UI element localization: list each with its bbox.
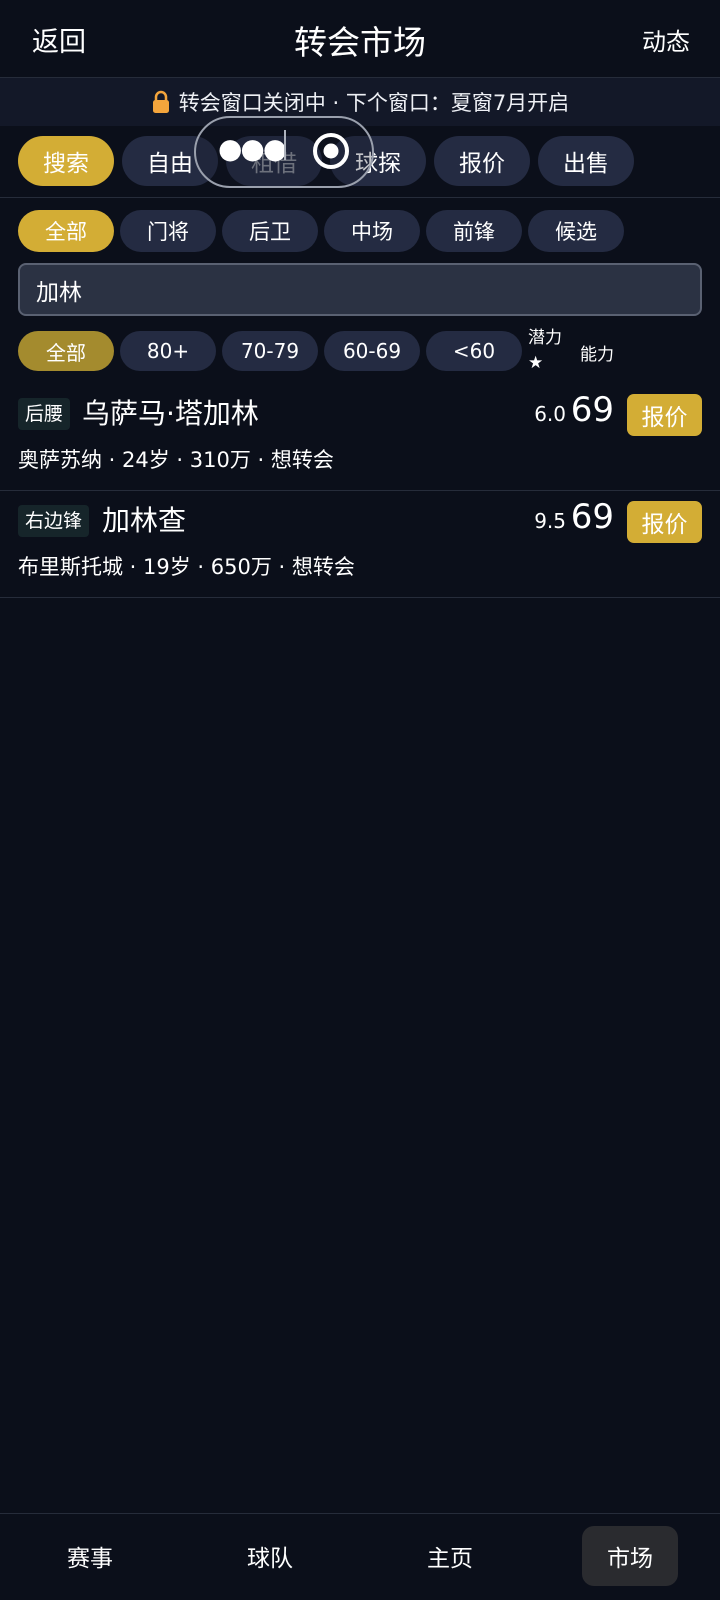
ability-value: 69 [570,497,614,537]
sort-by-ability[interactable]: 能力 [580,340,614,365]
search-box [18,263,702,316]
position-badge: 后腰 [18,398,71,430]
offer-button[interactable]: 报价 [627,394,702,436]
potential-value: 6.0 [534,402,566,426]
more-menu-icon[interactable]: ●●● [218,132,287,165]
filter-rating-all[interactable]: 全部 [18,331,114,371]
filter-rating-under60[interactable]: <60 [426,331,522,371]
header-bar: 返回 转会市场 动态 [0,0,720,78]
feed-button[interactable]: 动态 [642,22,690,57]
page-title: 转会市场 [294,23,426,62]
filter-rating-60-69[interactable]: 60-69 [324,331,420,371]
tab-search[interactable]: 搜索 [18,136,114,186]
app-screen: 返回 转会市场 动态 转会窗口关闭中 · 下个窗口：夏窗7月开启 搜索 自由 租… [0,0,720,1600]
player-row[interactable]: 后腰 乌萨马·塔加林 6.0 69 报价 奥萨苏纳 · 24岁 · 310万 ·… [0,384,720,491]
filter-position-def[interactable]: 后卫 [222,210,318,252]
filter-position-fwd[interactable]: 前锋 [426,210,522,252]
position-badge: 右边锋 [18,505,90,537]
player-meta: 布里斯托城 · 19岁 · 650万 · 想转会 [18,555,355,579]
close-target-icon[interactable] [312,132,350,170]
nav-home[interactable]: 主页 [402,1526,498,1586]
notice-text: 转会窗口关闭中 · 下个窗口：夏窗7月开启 [178,91,570,115]
search-input[interactable] [36,276,684,303]
lock-icon [152,90,169,113]
player-row[interactable]: 右边锋 加林查 9.5 69 报价 布里斯托城 · 19岁 · 650万 · 想… [0,491,720,598]
filter-rating-80plus[interactable]: 80+ [120,331,216,371]
filter-position-all[interactable]: 全部 [18,210,114,252]
player-meta: 奥萨苏纳 · 24岁 · 310万 · 想转会 [18,448,334,472]
mini-program-capsule: ●●● [194,116,374,188]
sort-by-potential[interactable]: 潜力★ [528,326,568,376]
nav-matches[interactable]: 赛事 [42,1526,138,1586]
player-name: 加林查 [102,504,187,537]
filter-position-mid[interactable]: 中场 [324,210,420,252]
offer-button[interactable]: 报价 [627,501,702,543]
capsule-divider [284,130,286,160]
tab-offers[interactable]: 报价 [434,136,530,186]
potential-value: 9.5 [534,509,566,533]
player-name: 乌萨马·塔加林 [82,397,259,430]
filter-position-gk[interactable]: 门将 [120,210,216,252]
bottom-nav: 赛事 球队 主页 市场 [0,1513,720,1600]
tab-sell[interactable]: 出售 [538,136,634,186]
filter-rating-70-79[interactable]: 70-79 [222,331,318,371]
filter-position-shortlist[interactable]: 候选 [528,210,624,252]
ability-value: 69 [570,390,614,430]
transfer-window-notice: 转会窗口关闭中 · 下个窗口：夏窗7月开启 [0,78,720,126]
nav-market[interactable]: 市场 [582,1526,678,1586]
nav-team[interactable]: 球队 [222,1526,318,1586]
